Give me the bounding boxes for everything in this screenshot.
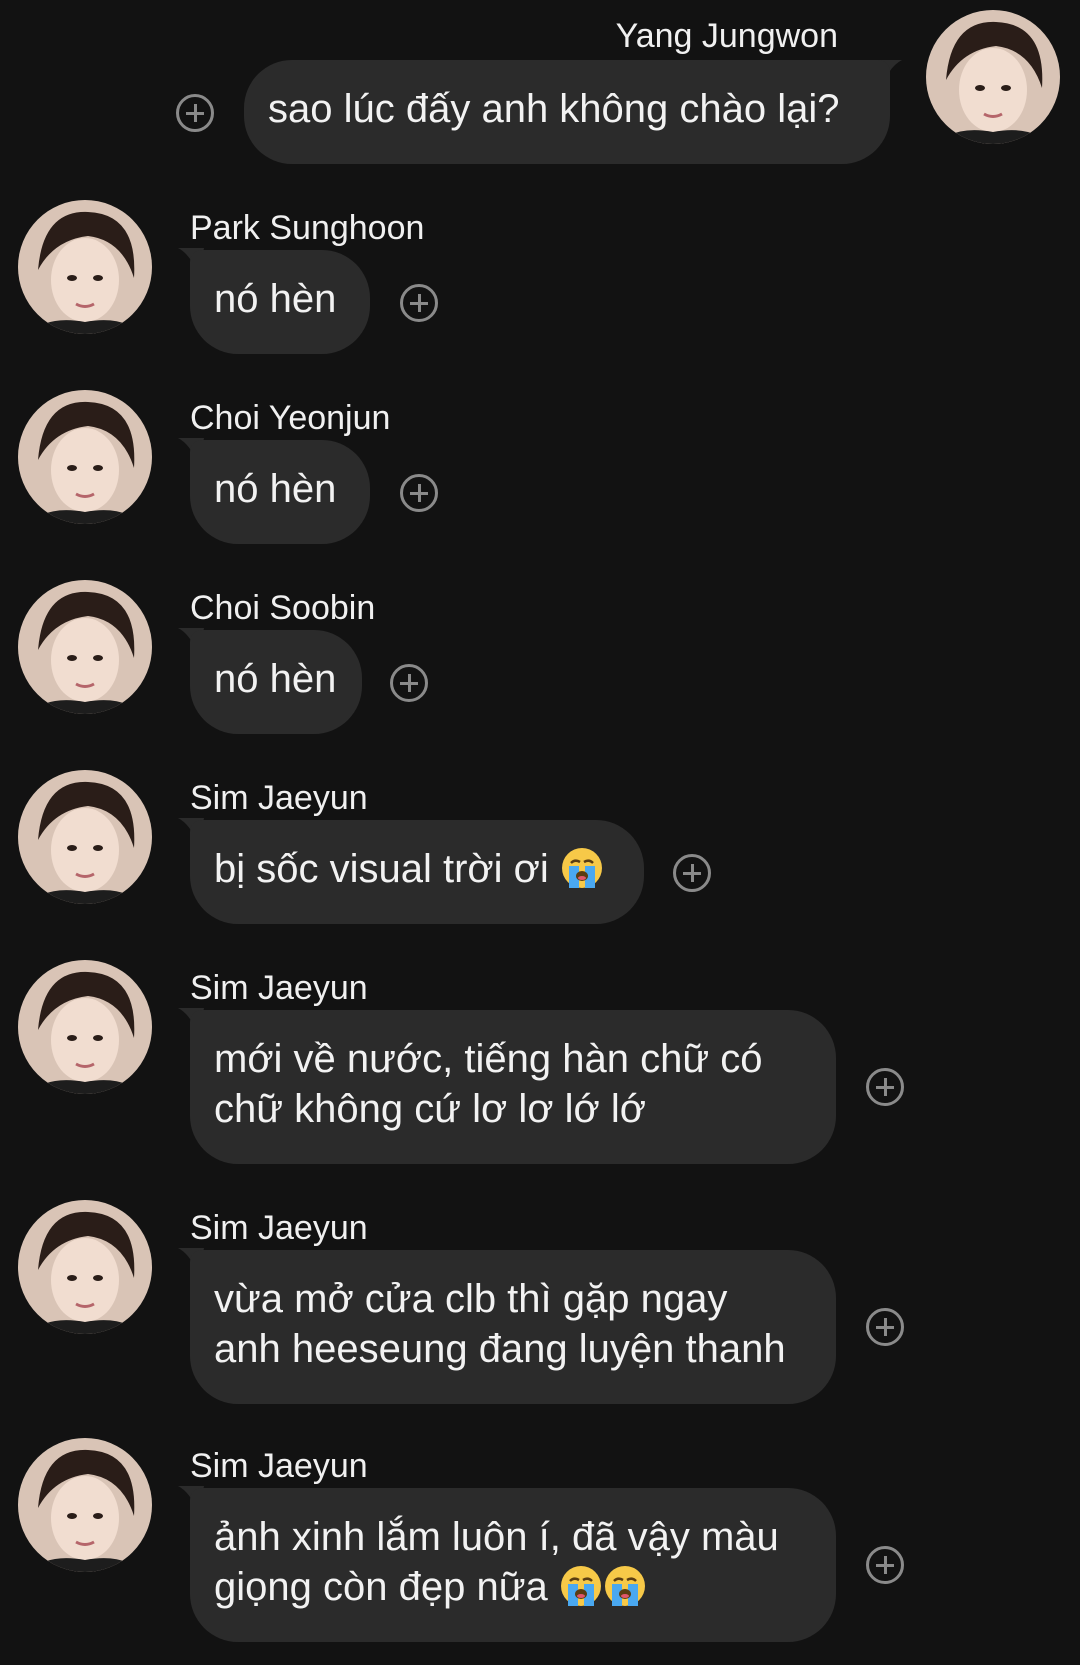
- message-bubble[interactable]: nó hèn: [190, 440, 370, 544]
- sender-name: Sim Jaeyun: [190, 969, 368, 1007]
- message-text: sao lúc đấy anh không chào lại?: [268, 87, 840, 131]
- message-text: bị sốc visual trời ơi: [214, 847, 549, 891]
- sender-name: Park Sunghoon: [190, 209, 425, 247]
- add-reaction-button[interactable]: [866, 1546, 904, 1584]
- message-line: giọng còn đẹp nữa: [214, 1565, 548, 1609]
- avatar-jungwon[interactable]: [926, 10, 1060, 144]
- add-reaction-button[interactable]: [390, 664, 428, 702]
- message-line: chữ không cứ lơ lơ lớ lớ: [214, 1087, 646, 1131]
- message-bubble[interactable]: mới về nước, tiếng hàn chữ có chữ không …: [190, 1010, 836, 1164]
- sender-name: Choi Yeonjun: [190, 399, 391, 437]
- chat-thread: Yang Jungwon sao lúc đấy anh không chào …: [0, 0, 1080, 1665]
- sender-name: Yang Jungwon: [615, 17, 838, 55]
- message-bubble[interactable]: sao lúc đấy anh không chào lại?: [244, 60, 890, 164]
- message-bubble[interactable]: nó hèn: [190, 250, 370, 354]
- message-text: nó hèn: [214, 657, 337, 701]
- add-reaction-button[interactable]: [673, 854, 711, 892]
- message-bubble[interactable]: vừa mở cửa clb thì gặp ngay anh heeseung…: [190, 1250, 836, 1404]
- message-text: nó hèn: [214, 277, 337, 321]
- avatar-soobin[interactable]: [18, 580, 152, 714]
- sender-name: Sim Jaeyun: [190, 779, 368, 817]
- add-reaction-button[interactable]: [400, 284, 438, 322]
- message-text: nó hèn: [214, 467, 337, 511]
- message-bubble[interactable]: ảnh xinh lắm luôn í, đã vậy màu giọng cò…: [190, 1488, 836, 1642]
- add-reaction-button[interactable]: [176, 94, 214, 132]
- avatar-jaeyun[interactable]: [18, 960, 152, 1094]
- sender-name: Sim Jaeyun: [190, 1447, 368, 1485]
- message-line-with-emoji: giọng còn đẹp nữa: [214, 1562, 812, 1612]
- sender-name: Choi Soobin: [190, 589, 376, 627]
- avatar-jaeyun[interactable]: [18, 770, 152, 904]
- message-line: mới về nước, tiếng hàn chữ có: [214, 1037, 763, 1081]
- message-line: anh heeseung đang luyện thanh: [214, 1327, 786, 1371]
- avatar-sunghoon[interactable]: [18, 200, 152, 334]
- add-reaction-button[interactable]: [866, 1068, 904, 1106]
- message-bubble[interactable]: bị sốc visual trời ơi: [190, 820, 644, 924]
- loudly-crying-face-icon: [560, 846, 604, 890]
- add-reaction-button[interactable]: [866, 1308, 904, 1346]
- avatar-yeonjun[interactable]: [18, 390, 152, 524]
- message-bubble[interactable]: nó hèn: [190, 630, 362, 734]
- avatar-jaeyun[interactable]: [18, 1438, 152, 1572]
- loudly-crying-face-icon: [559, 1564, 603, 1608]
- message-line: vừa mở cửa clb thì gặp ngay: [214, 1277, 728, 1321]
- message-line: ảnh xinh lắm luôn í, đã vậy màu: [214, 1515, 779, 1559]
- add-reaction-button[interactable]: [400, 474, 438, 512]
- avatar-jaeyun[interactable]: [18, 1200, 152, 1334]
- sender-name: Sim Jaeyun: [190, 1209, 368, 1247]
- loudly-crying-face-icon: [603, 1564, 647, 1608]
